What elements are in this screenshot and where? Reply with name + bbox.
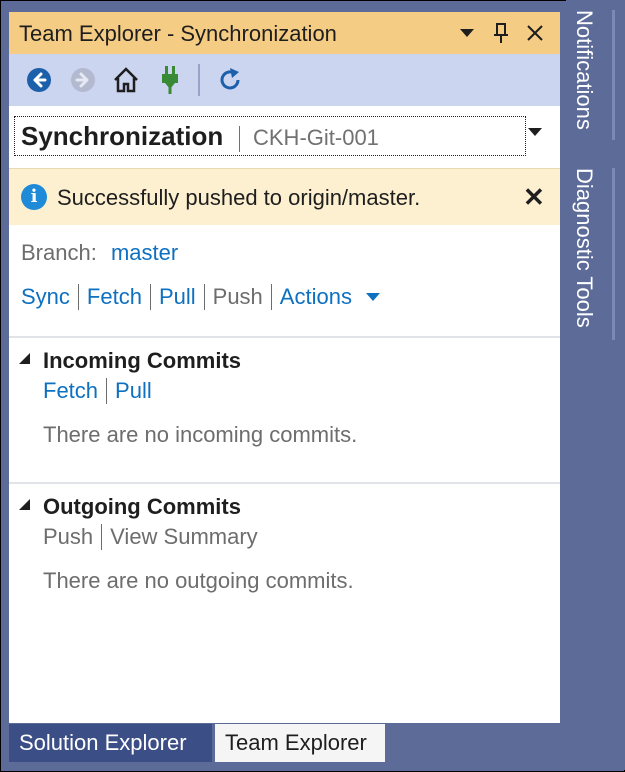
divider: [270, 284, 272, 310]
page-header[interactable]: Synchronization CKH-Git-001: [9, 106, 560, 168]
incoming-pull-link[interactable]: Pull: [115, 378, 152, 404]
window-title-bar: Team Explorer - Synchronization: [9, 12, 560, 54]
toolbar-separator: [198, 64, 200, 96]
outgoing-empty-message: There are no outgoing commits.: [43, 568, 354, 593]
divider: [77, 284, 79, 310]
divider: [101, 524, 103, 550]
forward-icon[interactable]: [67, 64, 99, 96]
dismiss-notification-button[interactable]: ✕: [523, 182, 545, 213]
home-icon[interactable]: [110, 64, 142, 96]
notification-message: Successfully pushed to origin/master.: [57, 185, 421, 210]
incoming-links: Fetch Pull: [43, 378, 152, 404]
diagnostic-tools-tab[interactable]: Diagnostic Tools: [571, 168, 597, 328]
tab-team-explorer[interactable]: Team Explorer: [215, 724, 385, 762]
outgoing-commits-title: Outgoing Commits: [43, 494, 241, 519]
sync-actions: Sync Fetch Pull Push Actions: [21, 284, 380, 310]
collapse-triangle-icon[interactable]: [19, 352, 30, 364]
fetch-link[interactable]: Fetch: [87, 284, 142, 310]
dock-separator: [612, 10, 615, 140]
divider: [203, 284, 205, 310]
connect-icon[interactable]: [154, 64, 186, 96]
branch-link[interactable]: master: [111, 240, 178, 265]
collapse-triangle-icon[interactable]: [19, 498, 30, 510]
team-explorer-window: Team Explorer - Synchronization Synchron…: [9, 12, 560, 723]
incoming-empty-message: There are no incoming commits.: [43, 422, 358, 447]
section-divider: [9, 336, 560, 338]
close-icon[interactable]: [521, 18, 549, 48]
info-icon: i: [21, 184, 47, 210]
section-divider: [9, 482, 560, 484]
notifications-tab[interactable]: Notifications: [571, 10, 597, 130]
page-title-separator: [239, 126, 240, 152]
incoming-fetch-link[interactable]: Fetch: [43, 378, 98, 404]
branch-label: Branch:: [21, 240, 97, 265]
chevron-down-icon[interactable]: [365, 293, 380, 301]
outgoing-links: Push View Summary: [43, 524, 258, 550]
dropdown-icon[interactable]: [453, 18, 481, 48]
incoming-commits-title: Incoming Commits: [43, 348, 242, 373]
dock-separator: [612, 168, 615, 340]
repository-name: CKH-Git-001: [253, 125, 379, 150]
sync-link[interactable]: Sync: [21, 284, 70, 310]
window-title: Team Explorer - Synchronization: [19, 21, 337, 46]
back-icon[interactable]: [23, 64, 55, 96]
tab-solution-explorer[interactable]: Solution Explorer: [9, 724, 212, 762]
page-dropdown-icon[interactable]: [528, 128, 542, 136]
team-explorer-toolbar: [9, 54, 560, 106]
pin-icon[interactable]: [487, 18, 515, 48]
outgoing-push-link[interactable]: Push: [43, 524, 93, 550]
divider: [106, 378, 108, 404]
view-summary-link[interactable]: View Summary: [110, 524, 258, 550]
actions-menu[interactable]: Actions: [280, 284, 352, 310]
push-link[interactable]: Push: [213, 284, 263, 310]
incoming-commits-header[interactable]: Incoming Commits: [19, 348, 241, 374]
notification-bar: i Successfully pushed to origin/master. …: [9, 168, 560, 225]
divider: [149, 284, 151, 310]
refresh-icon[interactable]: [214, 64, 246, 96]
pull-link[interactable]: Pull: [159, 284, 196, 310]
branch-row: Branch: master: [21, 240, 178, 266]
outgoing-commits-header[interactable]: Outgoing Commits: [19, 494, 241, 520]
team-explorer-content: Synchronization CKH-Git-001 i Successful…: [9, 106, 560, 723]
page-title: Synchronization: [21, 121, 224, 151]
